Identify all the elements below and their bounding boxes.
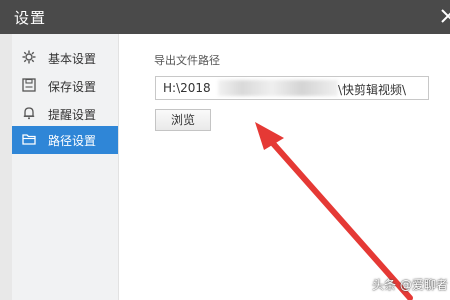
gear-icon [22, 50, 36, 64]
export-path-start: H:\2018 [163, 81, 211, 95]
sidebar-item-label: 基本设置 [48, 52, 97, 66]
browse-button[interactable]: 浏览 [155, 109, 211, 131]
path-settings-panel: 导出文件路径 H:\2018 \快剪辑视频\ 浏览 [119, 34, 450, 300]
settings-dialog: 设置 基本设置 保存设置 提醒设置 路径设置 导出文件路径 H:\2018 \快… [0, 0, 450, 300]
title-bar[interactable]: 设置 [0, 0, 450, 34]
export-path-end: \快剪辑视频\ [338, 83, 407, 97]
screen: 设置 基本设置 保存设置 提醒设置 路径设置 导出文件路径 H:\2018 \快… [0, 0, 450, 300]
bell-icon [23, 107, 35, 120]
save-icon [22, 78, 36, 92]
sidebar-item-path-settings[interactable]: 路径设置 [12, 126, 118, 154]
dialog-title: 设置 [14, 9, 47, 27]
redacted-path-segment [218, 80, 338, 96]
dialog-body: 基本设置 保存设置 提醒设置 路径设置 导出文件路径 H:\2018 \快剪辑视… [0, 34, 450, 300]
watermark: 头条 @爱聊者 [372, 278, 448, 292]
sidebar-item-save-settings[interactable]: 保存设置 [12, 72, 118, 100]
export-path-field[interactable]: H:\2018 \快剪辑视频\ [155, 76, 429, 100]
sidebar-item-label: 路径设置 [48, 134, 97, 148]
sidebar-item-basic-settings[interactable]: 基本设置 [12, 44, 118, 72]
export-path-label: 导出文件路径 [154, 54, 220, 67]
sidebar-edge [0, 34, 12, 300]
settings-sidebar: 基本设置 保存设置 提醒设置 路径设置 [12, 34, 119, 300]
sidebar-item-label: 提醒设置 [48, 108, 97, 122]
sidebar-item-label: 保存设置 [48, 80, 97, 94]
sidebar-item-reminder-settings[interactable]: 提醒设置 [12, 100, 118, 128]
close-icon[interactable] [440, 8, 450, 24]
folder-icon [22, 134, 36, 145]
